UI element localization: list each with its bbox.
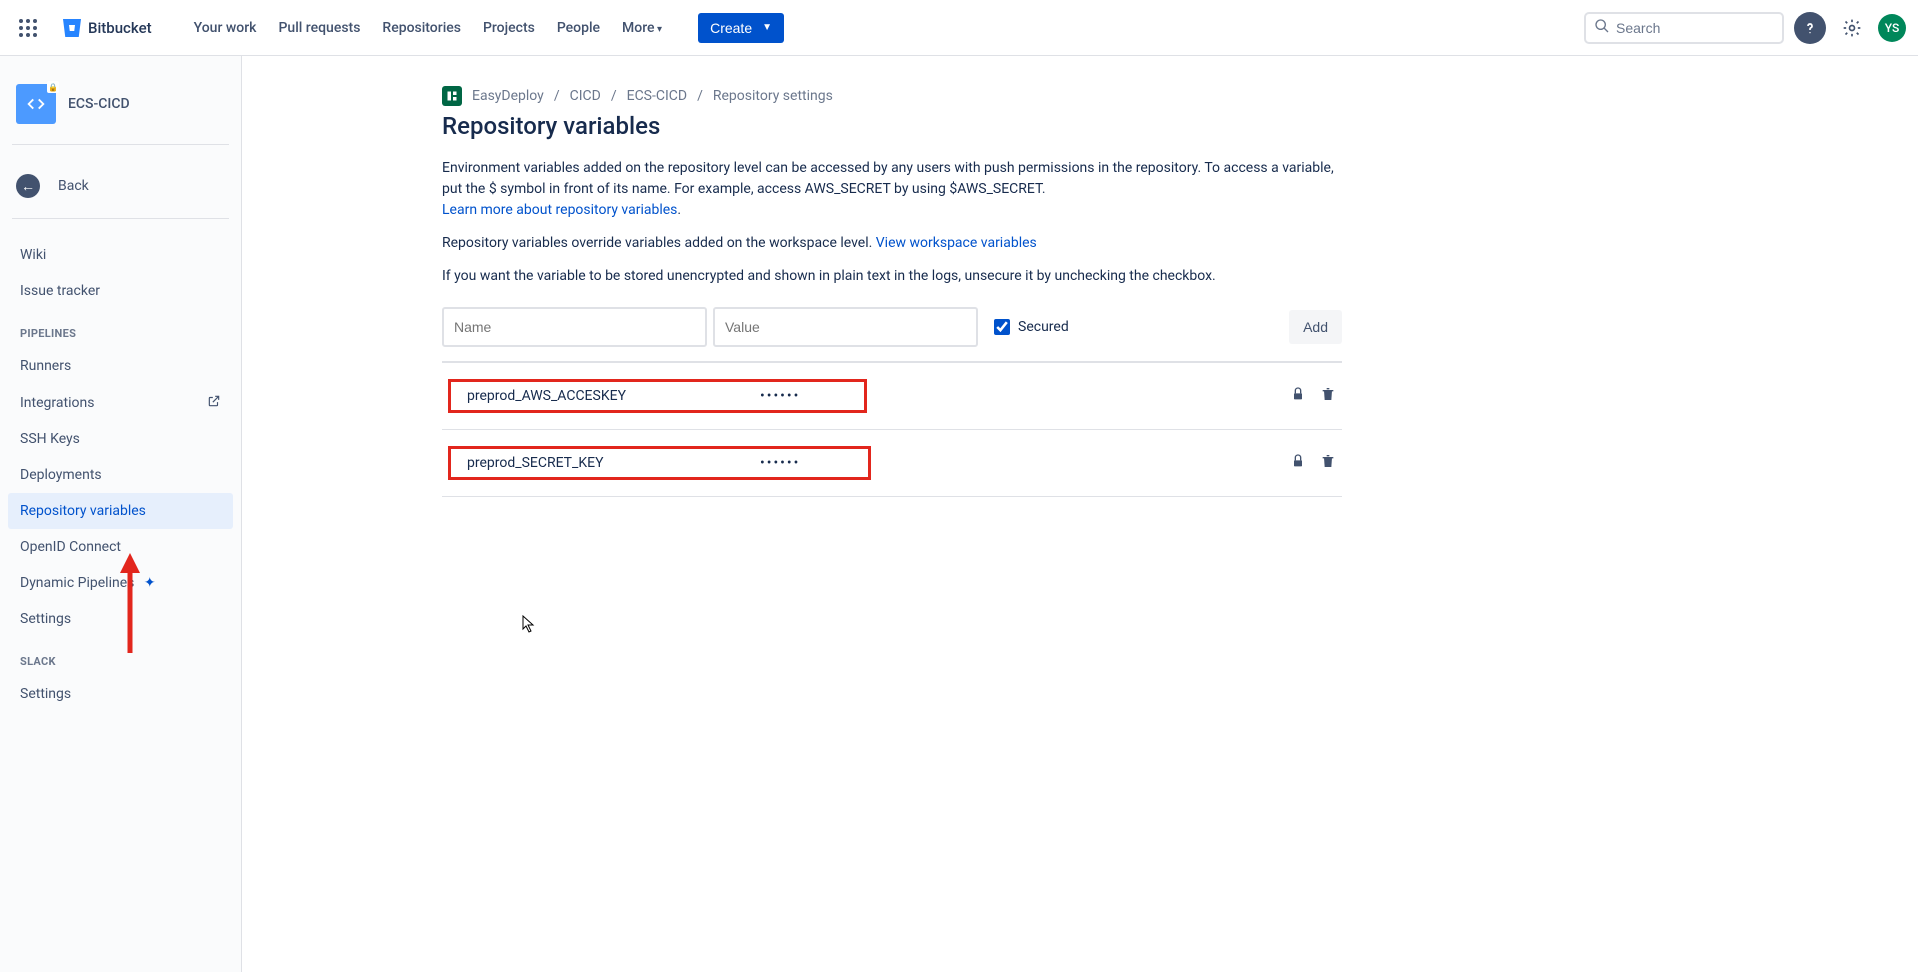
learn-more-link[interactable]: Learn more about repository variables — [442, 202, 677, 218]
brand-name: Bitbucket — [88, 19, 152, 37]
sparkle-icon: ✦ — [144, 575, 156, 591]
external-link-icon — [207, 394, 221, 411]
variable-value: •••••• — [760, 388, 860, 404]
bitbucket-logo[interactable]: Bitbucket — [52, 16, 160, 40]
nav-your-work[interactable]: Your work — [184, 14, 267, 42]
nav-pull-requests[interactable]: Pull requests — [268, 14, 370, 42]
nav-people[interactable]: People — [547, 14, 610, 42]
description-2: Repository variables override variables … — [442, 233, 1342, 254]
sidebar-item-ssh-keys[interactable]: SSH Keys — [8, 421, 233, 457]
variable-name: preprod_AWS_ACCESKEY — [455, 388, 760, 404]
secured-checkbox[interactable] — [994, 319, 1010, 335]
top-navbar: Bitbucket Your work Pull requests Reposi… — [0, 0, 1918, 56]
breadcrumb-workspace[interactable]: EasyDeploy — [472, 88, 544, 104]
main-content: EasyDeploy / CICD / ECS-CICD / Repositor… — [242, 56, 1918, 972]
add-button[interactable]: Add — [1289, 310, 1342, 344]
view-workspace-link[interactable]: View workspace variables — [876, 235, 1037, 251]
search-icon — [1594, 18, 1610, 38]
sidebar-item-integrations[interactable]: Integrations — [8, 384, 233, 421]
user-avatar[interactable]: YS — [1878, 14, 1906, 42]
annotation-highlight: preprod_SECRET_KEY •••••• — [448, 446, 871, 480]
variable-value: •••••• — [760, 455, 860, 471]
sidebar-item-openid-connect[interactable]: OpenID Connect — [8, 529, 233, 565]
sidebar-item-slack-settings[interactable]: Settings — [8, 676, 233, 712]
sidebar-item-wiki[interactable]: Wiki — [8, 237, 233, 273]
workspace-icon — [442, 86, 462, 106]
app-switcher-icon[interactable] — [12, 12, 44, 44]
description-3: If you want the variable to be stored un… — [442, 266, 1342, 287]
sidebar-item-deployments[interactable]: Deployments — [8, 457, 233, 493]
variable-name: preprod_SECRET_KEY — [455, 455, 760, 471]
secured-checkbox-label[interactable]: Secured — [994, 319, 1069, 335]
variable-row: preprod_SECRET_KEY •••••• — [442, 430, 1342, 497]
nav-projects[interactable]: Projects — [473, 14, 545, 42]
create-button[interactable]: Create ▼ — [698, 13, 784, 43]
delete-icon[interactable] — [1320, 386, 1336, 406]
search-box[interactable] — [1584, 12, 1784, 44]
repo-header[interactable]: 🔒 ECS-CICD — [8, 80, 233, 144]
sidebar-item-issue-tracker[interactable]: Issue tracker — [8, 273, 233, 309]
settings-icon[interactable] — [1836, 12, 1868, 44]
create-label: Create — [710, 20, 752, 36]
sidebar-item-settings[interactable]: Settings — [8, 601, 233, 637]
breadcrumb-project[interactable]: CICD — [570, 88, 601, 104]
lock-icon[interactable] — [1290, 386, 1306, 406]
description-1: Environment variables added on the repos… — [442, 158, 1342, 221]
back-label: Back — [58, 178, 89, 194]
repo-name: ECS-CICD — [68, 96, 130, 112]
back-arrow-icon: ← — [16, 174, 40, 198]
variable-row: preprod_AWS_ACCESKEY •••••• — [442, 363, 1342, 430]
sidebar-item-runners[interactable]: Runners — [8, 348, 233, 384]
section-pipelines: PIPELINES — [8, 309, 233, 348]
secured-label: Secured — [1018, 319, 1069, 335]
variable-name-input[interactable] — [442, 307, 707, 347]
breadcrumb-repo[interactable]: ECS-CICD — [627, 88, 687, 104]
repo-icon: 🔒 — [16, 84, 56, 124]
search-input[interactable] — [1616, 20, 1774, 36]
help-icon[interactable] — [1794, 12, 1826, 44]
section-slack: SLACK — [8, 637, 233, 676]
breadcrumb-page[interactable]: Repository settings — [713, 88, 833, 104]
nav-repositories[interactable]: Repositories — [372, 14, 471, 42]
add-variable-form: Secured Add — [442, 307, 1342, 363]
bitbucket-icon — [60, 16, 84, 40]
sidebar-item-dynamic-pipelines[interactable]: Dynamic Pipelines ✦ — [8, 565, 233, 601]
sidebar: 🔒 ECS-CICD ← Back Wiki Issue tracker PIP… — [0, 56, 242, 972]
breadcrumb: EasyDeploy / CICD / ECS-CICD / Repositor… — [442, 86, 1342, 106]
chevron-down-icon: ▼ — [762, 22, 772, 33]
variable-value-input[interactable] — [713, 307, 978, 347]
delete-icon[interactable] — [1320, 453, 1336, 473]
lock-badge-icon: 🔒 — [47, 81, 59, 93]
sidebar-item-repository-variables[interactable]: Repository variables — [8, 493, 233, 529]
lock-icon[interactable] — [1290, 453, 1306, 473]
nav-more[interactable]: More — [612, 14, 672, 42]
annotation-highlight: preprod_AWS_ACCESKEY •••••• — [448, 379, 867, 413]
back-button[interactable]: ← Back — [8, 163, 233, 208]
cursor-icon — [522, 615, 536, 637]
page-title: Repository variables — [442, 112, 1342, 140]
